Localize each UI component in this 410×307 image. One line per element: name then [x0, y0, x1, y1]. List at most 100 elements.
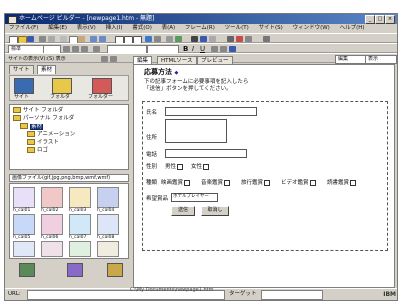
- thumbnail[interactable]: [41, 241, 63, 257]
- thumbnail[interactable]: [97, 187, 119, 208]
- submit-button[interactable]: 送信: [171, 206, 195, 216]
- thumbnail[interactable]: [13, 187, 35, 208]
- genre-checkbox[interactable]: [309, 179, 316, 186]
- genre-option[interactable]: 映画鑑賞: [161, 178, 191, 186]
- genre-option[interactable]: ビデオ鑑賞: [281, 178, 317, 186]
- minimize-button[interactable]: _: [365, 15, 375, 24]
- menu-window[interactable]: ウィンドウ(W): [293, 25, 330, 31]
- italic-button[interactable]: I: [192, 45, 194, 53]
- target-field[interactable]: [261, 290, 323, 300]
- genre-option[interactable]: 音楽鑑賞: [201, 178, 231, 186]
- thumbnail[interactable]: [97, 241, 119, 257]
- target-label: ターゲット: [229, 291, 257, 297]
- image-path-field[interactable]: 画像ファイル(gif,jpg,png,bmp,wmf,wmf): [9, 174, 129, 182]
- paste-icon[interactable]: [78, 36, 85, 42]
- female-option[interactable]: 女性: [191, 162, 210, 170]
- reset-button[interactable]: 取消し: [201, 206, 229, 216]
- menu-format[interactable]: 書式(O): [132, 25, 152, 31]
- text-color-icon[interactable]: [209, 36, 216, 42]
- tree-item[interactable]: ロゴ: [27, 147, 48, 154]
- folders-view-icon[interactable]: [92, 78, 112, 94]
- menu-tools[interactable]: ツール(T): [225, 25, 249, 31]
- male-radio[interactable]: [177, 163, 184, 170]
- undo-icon[interactable]: [90, 36, 97, 42]
- thumbnail[interactable]: [41, 187, 63, 208]
- site-view-icon[interactable]: [14, 78, 34, 94]
- thumbnail[interactable]: [13, 241, 35, 257]
- indent-icon[interactable]: [93, 46, 100, 52]
- tree-item[interactable]: アニメーション: [27, 131, 75, 138]
- nav-back-icon[interactable]: [101, 56, 108, 62]
- web-icon[interactable]: [236, 36, 243, 42]
- close-button[interactable]: ×: [385, 15, 395, 24]
- nav-forward-icon[interactable]: [110, 56, 117, 62]
- folder-icon: [13, 107, 21, 113]
- menu-view[interactable]: 表示(V): [77, 25, 96, 31]
- print-icon[interactable]: [39, 36, 46, 42]
- color-icon[interactable]: [200, 36, 207, 42]
- menu-table[interactable]: 表(A): [162, 25, 176, 31]
- maximize-button[interactable]: □: [375, 15, 385, 24]
- menu-frame[interactable]: フレーム(R): [185, 25, 215, 31]
- link-icon[interactable]: [154, 36, 161, 42]
- menu-site[interactable]: サイト(S): [259, 25, 283, 31]
- genre-checkbox[interactable]: [184, 179, 191, 186]
- genre-option[interactable]: 読書鑑賞: [327, 178, 357, 186]
- align-center-icon[interactable]: [72, 46, 79, 52]
- pen-icon[interactable]: [191, 36, 198, 42]
- editor-area[interactable]: 応募方法 ◆ 下の記事フォームに必要事項を記入したら 「送信」ボタンを押してくだ…: [133, 64, 395, 288]
- save-icon[interactable]: [27, 36, 34, 42]
- cut-icon[interactable]: [60, 36, 67, 42]
- genre-option[interactable]: 旅行鑑賞: [241, 178, 271, 186]
- genre-checkbox[interactable]: [264, 179, 271, 186]
- thumbnail[interactable]: [69, 241, 91, 257]
- tab-materials[interactable]: 素材: [37, 65, 57, 74]
- font-smaller-icon[interactable]: [220, 46, 227, 52]
- redo-icon[interactable]: [99, 36, 106, 42]
- spell-icon[interactable]: [175, 36, 182, 42]
- genre-checkbox[interactable]: [224, 179, 231, 186]
- prize-select[interactable]: ホテルプレイヤー: [171, 193, 218, 202]
- tree-item[interactable]: サイト フォルダ: [13, 107, 63, 114]
- underline-button[interactable]: U: [200, 45, 205, 53]
- gender-label: 性別: [146, 164, 158, 170]
- image-icon[interactable]: [145, 36, 152, 42]
- folders-view-label: フォルダー: [88, 94, 114, 100]
- font-color-icon[interactable]: [229, 46, 236, 52]
- thumbnail[interactable]: [97, 214, 119, 235]
- tab-site[interactable]: サイト: [9, 65, 34, 74]
- menu-edit[interactable]: 編集(E): [48, 25, 67, 31]
- material-settings-icon[interactable]: [107, 263, 123, 277]
- gallery-icon[interactable]: [67, 263, 83, 277]
- tree-item[interactable]: パーソナル フォルダ: [13, 115, 74, 122]
- tree-item[interactable]: 素材: [20, 123, 44, 130]
- panel-bottom-tools: [9, 262, 129, 280]
- thumbnail[interactable]: [13, 214, 35, 235]
- font-larger-icon[interactable]: [211, 46, 218, 52]
- name-input[interactable]: [165, 107, 257, 116]
- thumbnail[interactable]: [69, 214, 91, 235]
- form-icon[interactable]: [166, 36, 173, 42]
- publish-icon[interactable]: [263, 36, 270, 42]
- add-material-icon[interactable]: [19, 263, 35, 277]
- view-icon[interactable]: [227, 36, 234, 42]
- menu-insert[interactable]: 挿入(I): [106, 25, 123, 31]
- site-view-label: サイトの表示(V):(S) 表示: [8, 56, 66, 62]
- tree-item[interactable]: イラスト: [27, 139, 59, 146]
- thumbnail[interactable]: [69, 187, 91, 208]
- genre-checkbox[interactable]: [350, 179, 357, 186]
- list-icon[interactable]: [81, 46, 88, 52]
- menu-file[interactable]: ファイル(F): [9, 25, 38, 31]
- menu-help[interactable]: ヘルプ(H): [340, 25, 365, 31]
- male-option[interactable]: 男性: [165, 162, 184, 170]
- folder-icon: [27, 131, 35, 137]
- address-textarea[interactable]: [165, 119, 227, 143]
- preview-icon[interactable]: [48, 36, 55, 42]
- folder-view-icon[interactable]: [52, 78, 72, 94]
- align-left-icon[interactable]: [63, 46, 70, 52]
- phone-input[interactable]: [165, 149, 247, 158]
- bold-button[interactable]: B: [183, 45, 188, 53]
- female-radio[interactable]: [203, 163, 210, 170]
- help-icon[interactable]: [245, 36, 252, 42]
- thumbnail[interactable]: [41, 214, 63, 235]
